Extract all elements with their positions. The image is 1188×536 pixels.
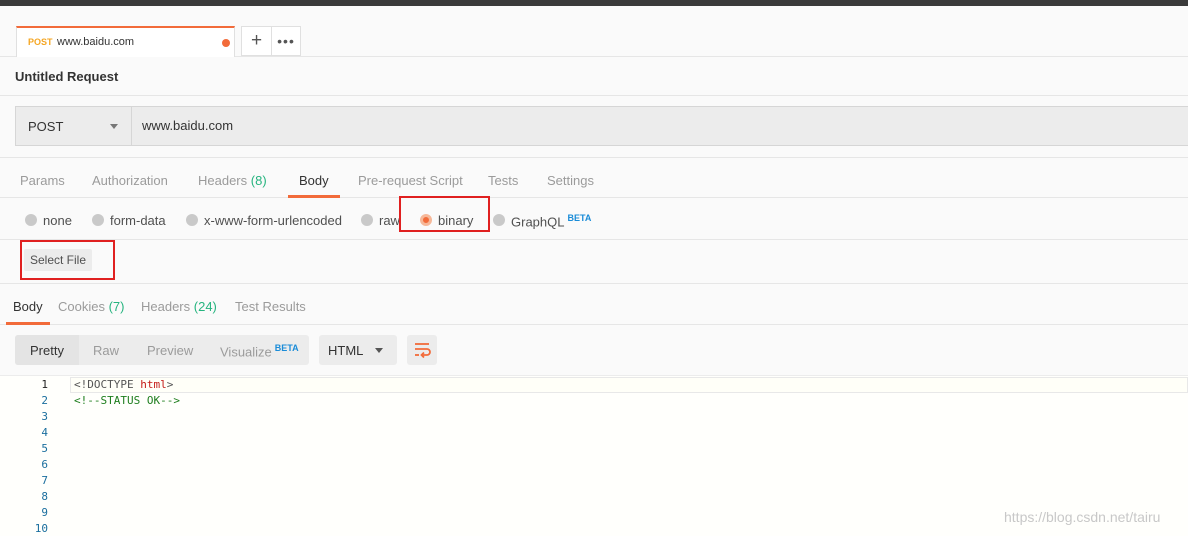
radio-circle-icon: [493, 214, 505, 226]
method-label: POST: [28, 119, 64, 134]
response-tabs: Body Cookies (7) Headers (24) Test Resul…: [0, 284, 1188, 325]
graphql-label: GraphQL: [511, 214, 565, 230]
request-tab[interactable]: POST www.baidu.com: [16, 26, 235, 57]
visualize-label: Visualize: [220, 344, 272, 360]
tab-response-headers[interactable]: Headers (24): [141, 299, 217, 314]
unsaved-dot-icon: [222, 39, 230, 47]
language-label: HTML: [328, 343, 364, 358]
line-number: 7: [41, 474, 48, 487]
radio-circle-icon: [361, 214, 373, 226]
tab-cookies-count: (7): [108, 299, 125, 314]
highlight-box-select-file: [20, 240, 115, 280]
tab-cookies-label: Cookies: [58, 299, 105, 314]
visualize-button[interactable]: Visualize BETA: [220, 343, 299, 359]
url-input[interactable]: www.baidu.com: [142, 118, 233, 133]
radio-urlencoded-label: x-www-form-urlencoded: [204, 213, 342, 228]
radio-circle-icon: [92, 214, 104, 226]
tab-test-results[interactable]: Test Results: [235, 299, 306, 314]
tab-tests[interactable]: Tests: [488, 173, 518, 188]
active-line-highlight: [70, 377, 1188, 393]
preview-button[interactable]: Preview: [147, 343, 193, 358]
tab-response-headers-count: (24): [193, 299, 217, 314]
new-tab-button[interactable]: +: [241, 26, 271, 56]
watermark: https://blog.csdn.net/tairu: [1004, 509, 1161, 525]
tab-strip: POST www.baidu.com + •••: [0, 6, 1188, 57]
wrap-lines-button[interactable]: [407, 335, 437, 365]
line-number: 9: [41, 506, 48, 519]
line-number: 2: [41, 394, 48, 407]
radio-none-label: none: [43, 213, 72, 228]
beta-badge: BETA: [567, 213, 592, 223]
tab-response-headers-label: Headers: [141, 299, 191, 314]
chevron-down-icon: [375, 348, 383, 353]
method-select[interactable]: POST: [16, 107, 132, 145]
radio-graphql-label: GraphQL BETA: [511, 213, 591, 229]
line-number: 4: [41, 426, 48, 439]
doctype-open: <!DOCTYPE: [74, 378, 141, 391]
request-tab-url: www.baidu.com: [57, 36, 135, 48]
wrap-lines-icon: [415, 343, 431, 359]
line-number: 3: [41, 410, 48, 423]
url-bar: POST www.baidu.com: [15, 106, 1188, 146]
tab-body[interactable]: Body: [299, 173, 329, 188]
line-number: 1: [41, 378, 48, 391]
line-number: 6: [41, 458, 48, 471]
tab-headers[interactable]: Headers (8): [198, 173, 267, 188]
pretty-button[interactable]: Pretty: [30, 343, 64, 358]
raw-button[interactable]: Raw: [93, 343, 119, 358]
request-title-bar: Untitled Request: [0, 58, 1188, 96]
chevron-down-icon: [110, 124, 118, 129]
more-tabs-button[interactable]: •••: [271, 26, 301, 56]
tab-response-body[interactable]: Body: [13, 299, 43, 314]
doctype-close: >: [166, 378, 174, 391]
radio-raw-label: raw: [379, 213, 400, 228]
doctype-tag: html: [140, 378, 167, 391]
body-type-selector: none form-data x-www-form-urlencoded raw…: [0, 196, 1188, 240]
tab-prerequest-script[interactable]: Pre-request Script: [358, 173, 463, 188]
code-line-1: <!DOCTYPE html>: [74, 378, 173, 391]
request-tab-method: POST: [28, 37, 53, 47]
view-mode-toolbar: Pretty Raw Preview Visualize BETA: [15, 335, 309, 365]
line-number: 8: [41, 490, 48, 503]
file-select-row: Select File: [0, 240, 1188, 284]
beta-badge: BETA: [274, 343, 299, 353]
tab-authorization[interactable]: Authorization: [92, 173, 168, 188]
tab-headers-label: Headers: [198, 173, 248, 188]
language-select[interactable]: HTML: [319, 335, 397, 365]
radio-circle-icon: [25, 214, 37, 226]
radio-form-data-label: form-data: [110, 213, 166, 228]
tab-settings[interactable]: Settings: [547, 173, 594, 188]
highlight-box-binary: [399, 196, 490, 232]
line-number: 5: [41, 442, 48, 455]
radio-circle-icon: [186, 214, 198, 226]
tab-cookies[interactable]: Cookies (7): [58, 299, 124, 314]
request-tabs: Params Authorization Headers (8) Body Pr…: [0, 157, 1188, 198]
tab-params[interactable]: Params: [20, 173, 65, 188]
line-number: 10: [34, 522, 48, 535]
active-response-tab-indicator: [6, 322, 50, 325]
tab-headers-count: (8): [250, 173, 267, 188]
request-title[interactable]: Untitled Request: [15, 69, 118, 84]
code-line-2: <!--STATUS OK-->: [74, 394, 180, 407]
